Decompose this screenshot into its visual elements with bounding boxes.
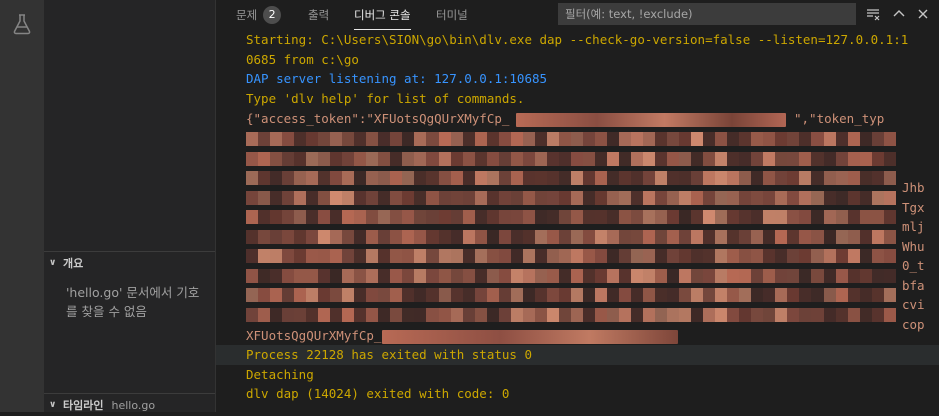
clear-console-icon[interactable]	[864, 6, 882, 24]
redacted-row	[246, 268, 896, 283]
tab-problems-label: 문제	[236, 8, 258, 22]
activity-bar	[0, 0, 44, 412]
panel-tabs: 문제 2 출력 디버그 콘솔 터미널	[216, 0, 939, 30]
redacted-row	[246, 132, 896, 146]
console-line: cvi	[902, 297, 925, 312]
timeline-section-header[interactable]: ∨ 타임라인 hello.go	[44, 393, 215, 416]
redacted-token	[382, 330, 678, 344]
tab-output[interactable]: 출력	[308, 0, 329, 30]
tab-terminal-label: 터미널	[436, 8, 468, 22]
redacted-row	[246, 307, 896, 322]
close-icon[interactable]	[914, 6, 932, 24]
redacted-token	[516, 113, 786, 127]
redacted-row	[246, 288, 896, 302]
outline-title: 개요	[63, 257, 84, 270]
console-line: bfa	[902, 278, 925, 293]
bottom-panel: 문제 2 출력 디버그 콘솔 터미널 Starting: C:\Users\SI…	[215, 0, 939, 412]
console-line: Starting: C:\Users\SION\go\bin\dlv.exe d…	[246, 32, 909, 47]
console-line: Jhb	[902, 180, 925, 195]
console-line: cop	[902, 317, 925, 332]
chevron-down-icon: ∨	[49, 258, 57, 268]
redacted-row	[246, 210, 896, 224]
redacted-row	[246, 249, 896, 263]
console-line: 0_t	[902, 258, 925, 273]
console-line: Whu	[902, 239, 925, 254]
redacted-row	[246, 171, 896, 185]
testing-flask-icon[interactable]	[10, 12, 34, 36]
timeline-title: 타임라인	[63, 399, 104, 412]
debug-console-output[interactable]: Starting: C:\Users\SION\go\bin\dlv.exe d…	[216, 30, 939, 412]
sidebar: ∨ 개요 'hello.go' 문서에서 기호를 찾을 수 없음 ∨ 타임라인 …	[44, 0, 215, 412]
tab-debug-console[interactable]: 디버그 콘솔	[354, 0, 411, 30]
tab-terminal[interactable]: 터미널	[436, 0, 468, 30]
console-line: Type 'dlv help' for list of commands.	[246, 91, 525, 106]
console-line: DAP server listening at: 127.0.0.1:10685	[246, 71, 548, 86]
console-line: ","token_typ	[794, 111, 885, 126]
console-line: mlj	[902, 219, 925, 234]
console-line: {"access_token":"XFUotsQgQUrXMyfCp_	[246, 111, 510, 126]
outline-empty-message: 'hello.go' 문서에서 기호를 찾을 수 없음	[66, 285, 200, 319]
chevron-up-icon[interactable]	[890, 6, 908, 24]
console-line: Detaching	[246, 367, 314, 382]
redacted-row	[246, 229, 896, 244]
outline-section-header[interactable]: ∨ 개요	[44, 251, 215, 274]
console-line: XFUotsQgQUrXMyfCp_	[246, 328, 382, 343]
tab-output-label: 출력	[308, 8, 330, 22]
console-line: Process 22128 has exited with status 0	[246, 347, 532, 362]
console-line: 0685 from c:\go	[246, 52, 359, 67]
redacted-row	[246, 190, 896, 205]
console-line: Tgx	[902, 200, 925, 215]
problems-count-badge: 2	[263, 6, 282, 24]
console-line: dlv dap (14024) exited with code: 0	[246, 386, 510, 401]
timeline-file: hello.go	[111, 398, 156, 412]
chevron-down-icon: ∨	[49, 400, 57, 410]
tab-problems[interactable]: 문제 2	[236, 0, 282, 30]
filter-input[interactable]	[558, 3, 856, 25]
tab-debug-console-label: 디버그 콘솔	[354, 7, 411, 22]
redacted-row	[246, 151, 896, 166]
